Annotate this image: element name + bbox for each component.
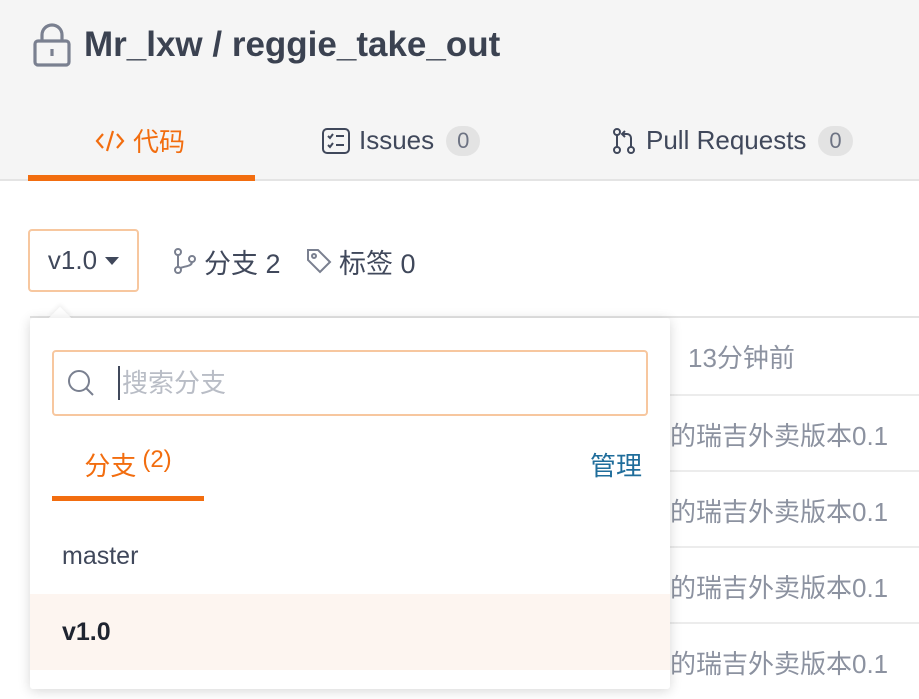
search-icon	[66, 368, 96, 398]
repo-name[interactable]: Mr_lxw / reggie_take_out	[84, 25, 500, 65]
dropdown-tab-indicator	[52, 496, 204, 501]
commit-message: 给的瑞吉外卖版本0.1	[644, 649, 889, 679]
tab-code-label: 代码	[133, 127, 186, 157]
branch-select-label: v1.0	[47, 245, 98, 275]
branch-search-input[interactable]	[118, 366, 598, 400]
dropdown-tab-count: (2)	[142, 446, 172, 473]
branch-option-master[interactable]: master	[30, 518, 670, 594]
tab-issues[interactable]: Issues 0	[321, 100, 481, 181]
branches-label: 分支 2	[204, 248, 281, 279]
repo-tabs: 代码 Issues 0 Pull Requests 0	[0, 100, 919, 181]
issues-icon	[321, 127, 351, 155]
tags-link[interactable]: 标签 0	[305, 240, 416, 282]
list-item[interactable]: 给的瑞吉外卖版本0.1	[640, 470, 919, 546]
dropdown-tab-label: 分支	[84, 451, 137, 481]
branch-select-button[interactable]: v1.0	[28, 229, 139, 292]
tags-label: 标签 0	[339, 248, 416, 279]
list-item[interactable]: 给的瑞吉外卖版本0.1	[640, 622, 919, 698]
branch-dropdown: 分支 (2) 管理 master v1.0	[30, 318, 670, 689]
tab-pull-requests[interactable]: Pull Requests 0	[610, 100, 853, 181]
tag-icon	[305, 247, 333, 275]
issues-count-badge: 0	[446, 125, 481, 156]
list-item[interactable]: 给的瑞吉外卖版本0.1	[640, 394, 919, 470]
caret-down-icon	[105, 256, 120, 265]
pull-requests-count-badge: 0	[818, 125, 853, 156]
tab-code[interactable]: 代码	[95, 100, 185, 181]
repo-title-row: Mr_lxw / reggie_take_out	[30, 20, 500, 70]
commit-message: 给的瑞吉外卖版本0.1	[644, 497, 889, 527]
branch-search-box[interactable]	[52, 350, 648, 416]
tab-issues-label: Issues	[359, 125, 435, 155]
list-item[interactable]: 给的瑞吉外卖版本0.1	[640, 546, 919, 622]
tab-pull-requests-label: Pull Requests	[646, 125, 807, 155]
branches-link[interactable]: 分支 2	[172, 240, 281, 282]
active-tab-indicator	[28, 175, 255, 181]
last-commit-time: 13分钟前	[688, 343, 795, 373]
commit-message: 给的瑞吉外卖版本0.1	[644, 573, 889, 603]
branch-option-v1-0[interactable]: v1.0	[30, 594, 670, 670]
commit-message: 给的瑞吉外卖版本0.1	[644, 421, 889, 451]
pull-request-icon	[610, 127, 638, 155]
dropdown-tab-branches[interactable]: 分支 (2)	[52, 438, 204, 502]
branch-icon	[172, 247, 198, 275]
lock-icon	[30, 21, 74, 69]
code-icon	[95, 129, 125, 153]
repo-header: Mr_lxw / reggie_take_out 代码 Issues 0 Pul…	[0, 0, 919, 181]
manage-branches-link[interactable]: 管理	[590, 446, 642, 483]
